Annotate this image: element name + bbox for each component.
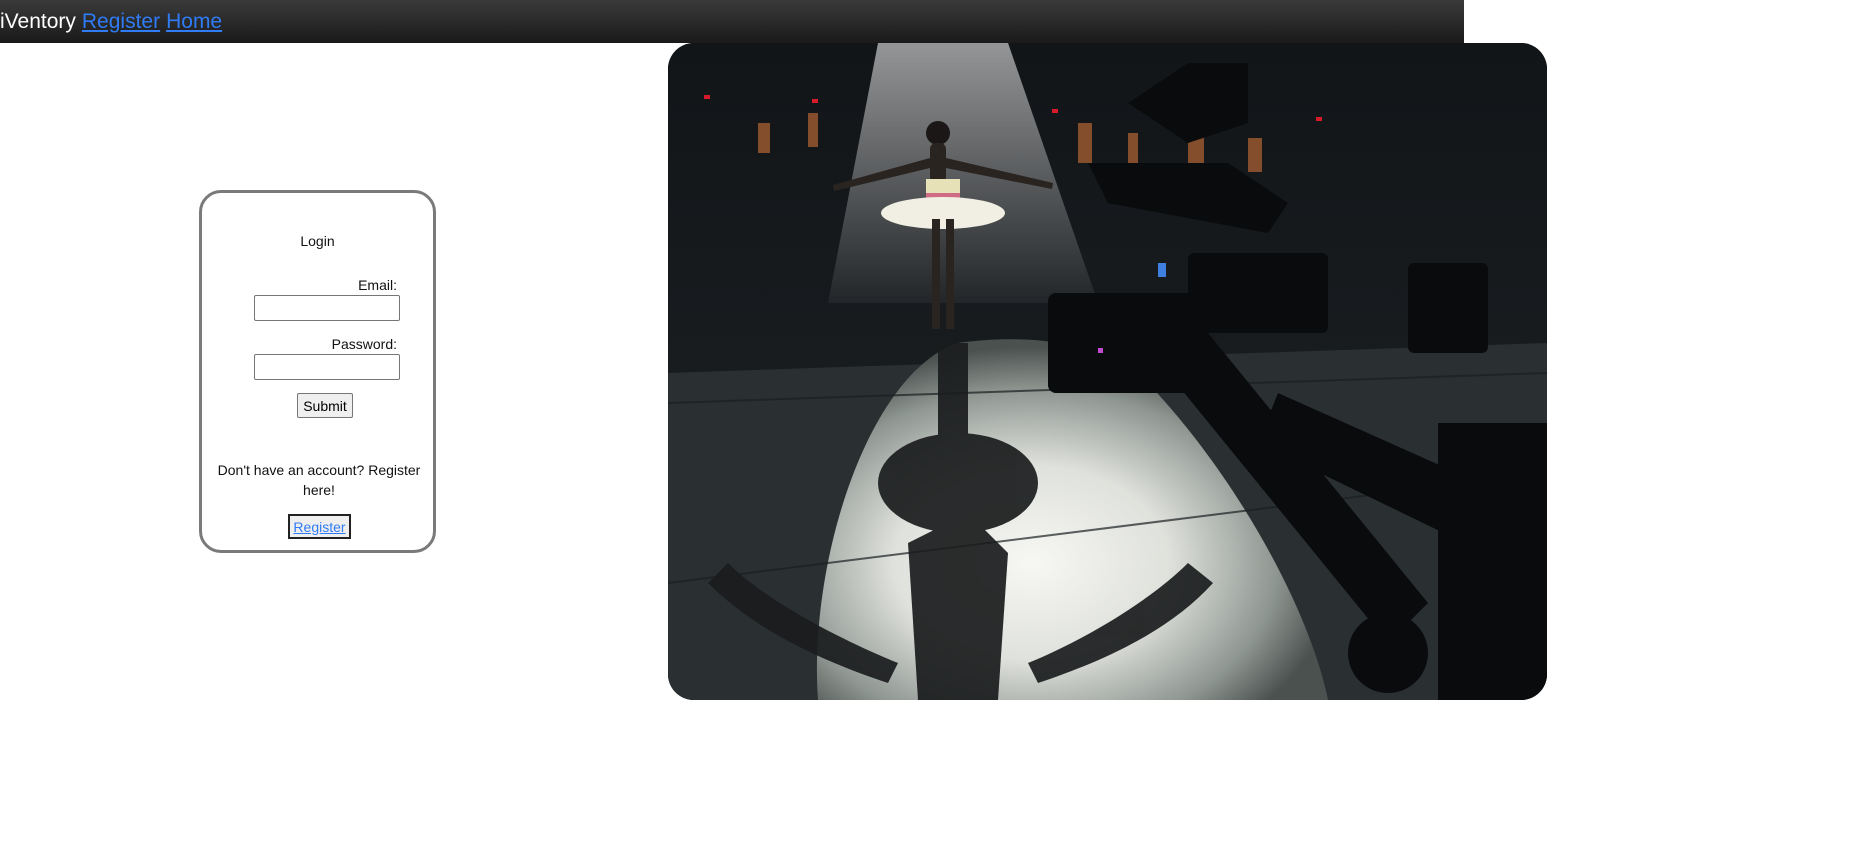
login-card: Login Email: Password: Submit Don't have… <box>199 190 436 553</box>
nav-link-home[interactable]: Home <box>166 10 222 34</box>
ballerina-stage-illustration <box>668 43 1547 700</box>
email-field[interactable] <box>254 295 400 321</box>
nav-link-register[interactable]: Register <box>82 10 160 34</box>
register-button[interactable]: Register <box>288 514 351 539</box>
password-label: Password: <box>331 336 397 352</box>
password-field[interactable] <box>254 354 400 380</box>
register-prompt: Don't have an account? Register here! <box>217 462 421 498</box>
top-navbar: iVentory Register Home <box>0 0 1464 43</box>
submit-button[interactable]: Submit <box>297 393 353 418</box>
brand-title: iVentory <box>0 10 76 33</box>
email-label: Email: <box>358 277 397 293</box>
login-title: Login <box>300 233 335 249</box>
hero-image <box>668 43 1547 700</box>
